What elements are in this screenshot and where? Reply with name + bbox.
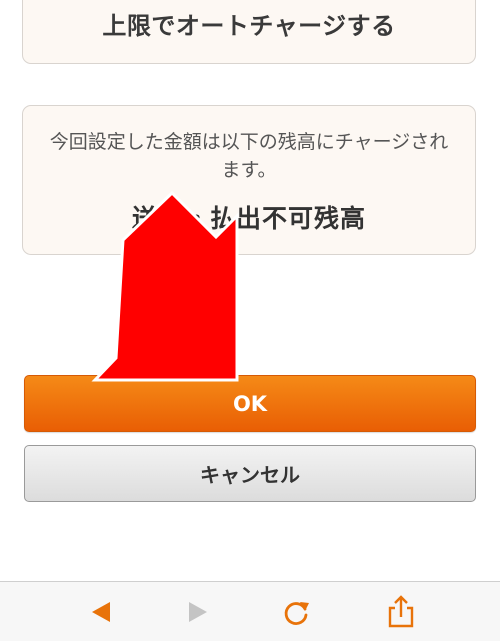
target-balance-label: 送金・払出不可残高 xyxy=(131,204,366,233)
forward-icon[interactable] xyxy=(177,592,217,632)
auto-charge-title: 上限でオートチャージする xyxy=(102,12,396,40)
charge-notice-box: 今回設定した金額は以下の残高にチャージされます。 送金・払出不可残高 xyxy=(22,105,476,255)
charge-notice-text: 今回設定した金額は以下の残高にチャージされます。 xyxy=(49,131,449,181)
annotation-arrow-icon xyxy=(91,190,239,382)
ok-button[interactable]: OK xyxy=(24,375,476,432)
cancel-button[interactable]: キャンセル xyxy=(24,445,476,502)
browser-toolbar xyxy=(0,581,500,641)
back-icon[interactable] xyxy=(82,592,122,632)
auto-charge-option[interactable]: 上限でオートチャージする xyxy=(22,0,476,64)
reload-icon[interactable] xyxy=(276,592,316,632)
share-icon[interactable] xyxy=(381,592,421,632)
